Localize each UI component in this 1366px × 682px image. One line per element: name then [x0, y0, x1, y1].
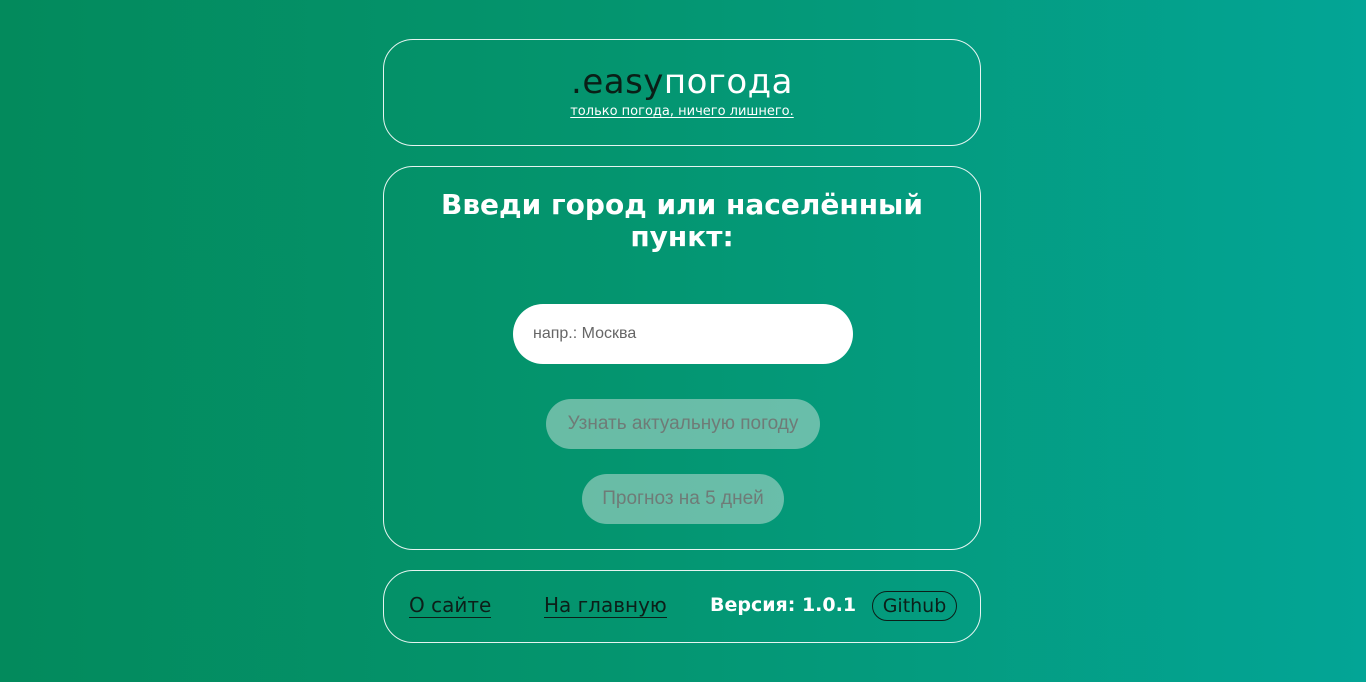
- forecast-button[interactable]: Прогноз на 5 дней: [582, 474, 784, 524]
- city-search-input[interactable]: [513, 304, 853, 364]
- search-card: Введи город или населённый пункт: Узнать…: [383, 166, 981, 550]
- tagline-link[interactable]: только погода, ничего лишнего.: [384, 104, 980, 119]
- footer-card: О сайте На главную Версия: 1.0.1 Github: [383, 570, 981, 643]
- logo-suffix: погода: [663, 62, 793, 102]
- github-button[interactable]: Github: [872, 591, 957, 621]
- version-label: Версия: 1.0.1: [710, 594, 857, 616]
- logo: .easyпогода: [384, 60, 980, 104]
- home-link[interactable]: На главную: [544, 593, 667, 618]
- header-card: .easyпогода только погода, ничего лишнег…: [383, 39, 981, 146]
- about-link[interactable]: О сайте: [409, 593, 492, 618]
- logo-prefix: .easy: [571, 62, 664, 102]
- current-weather-button[interactable]: Узнать актуальную погоду: [546, 399, 820, 449]
- search-prompt: Введи город или населённый пункт:: [441, 188, 923, 253]
